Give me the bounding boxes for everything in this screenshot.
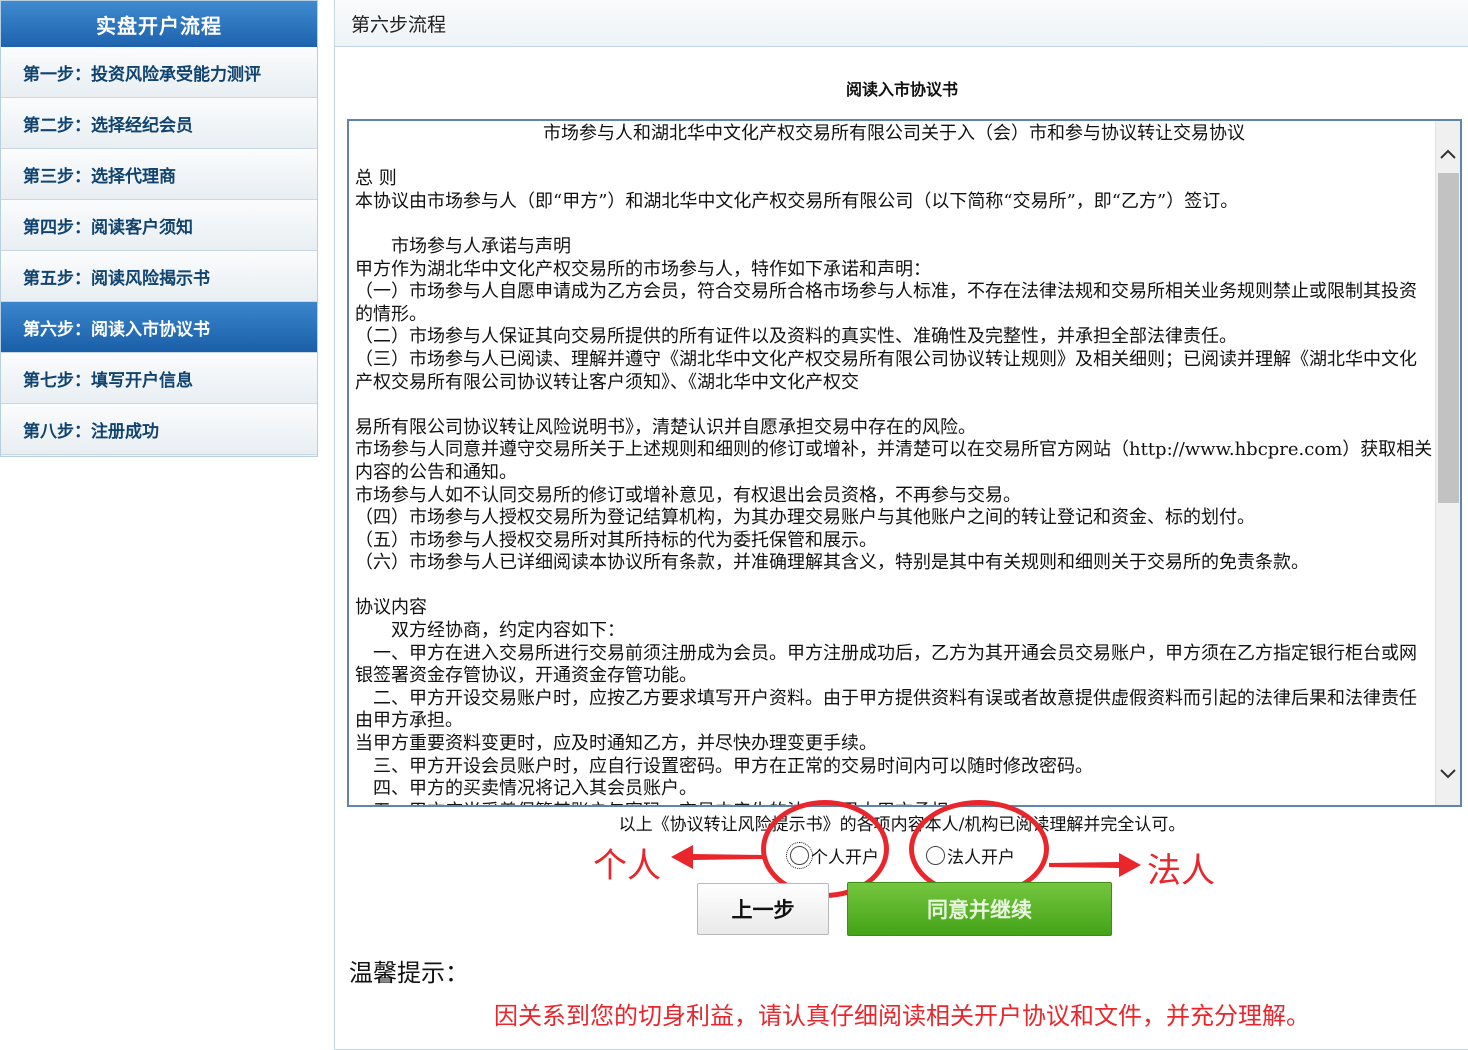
document-line: 总 则	[355, 168, 397, 190]
document-line: 协议内容	[355, 597, 427, 619]
document-body: 总 则本协议由市场参与人（即“甲方”）和湖北华中文化产权交易所有限公司（以下简称…	[355, 146, 1433, 805]
document-line: 市场参与人同意并遵守交易所关于上述规则和细则的修订或增补，并清楚可以在交易所官方…	[355, 439, 1433, 483]
sidebar-title: 实盘开户流程	[1, 1, 317, 47]
document-line: 一、甲方在进入交易所进行交易前须注册成为会员。甲方注册成功后，乙方为其开通会员交…	[355, 642, 1417, 687]
document-line: 双方经协商，约定内容如下：	[355, 620, 625, 642]
confirm-statement: 以上《协议转让风险提示书》的各项内容本人/机构已阅读理解并完全认可。	[618, 815, 1186, 835]
prev-step-button[interactable]: 上一步	[697, 883, 829, 935]
scrollbar[interactable]	[1435, 121, 1460, 805]
chevron-up-icon[interactable]	[1436, 139, 1460, 169]
document-line: 五、甲方应当妥善保管其账户与密码，交易中产生的法律后果由甲方承担。	[355, 801, 1433, 805]
document-line	[355, 146, 1433, 169]
document-line: （一）市场参与人自愿申请成为乙方会员，符合交易所合格市场参与人标准，不存在法律法…	[355, 281, 1417, 325]
document-line: （二）市场参与人保证其向交易所提供的所有证件以及资料的真实性、准确性及完整性，并…	[355, 326, 1237, 348]
tips-text: 因关系到您的切身利益，请认真仔细阅读相关开户协议和文件，并充分理解。	[494, 1002, 1310, 1030]
document-line: 三、甲方开设会员账户时，应自行设置密码。甲方在正常的交易时间内可以随时修改密码。	[355, 755, 1093, 777]
document-line: 当甲方重要资料变更时，应及时通知乙方，并尽快办理变更手续。	[355, 733, 877, 755]
document-line: 甲方作为湖北华中文化产权交易所的市场参与人，特作如下承诺和声明：	[355, 258, 931, 280]
document-line: 市场参与人承诺与声明	[355, 235, 571, 257]
document-line: 二、甲方开设交易账户时，应按乙方要求填写开户资料。由于甲方提供资料有误或者故意提…	[355, 687, 1417, 732]
sidebar: 实盘开户流程 第一步：投资风险承受能力测评 第二步：选择经纪会员 第三步：选择代…	[0, 0, 318, 457]
tips-title: 温馨提示：	[349, 959, 469, 987]
sidebar-item-step1[interactable]: 第一步：投资风险承受能力测评	[1, 47, 317, 98]
sidebar-item-step6[interactable]: 第六步：阅读入市协议书	[1, 302, 317, 353]
document-line: （六）市场参与人已详细阅读本协议所有条款，并准确理解其含义，特别是其中有关规则和…	[355, 552, 1309, 574]
document-line: （三）市场参与人已阅读、理解并遵守《湖北华中文化产权交易所有限公司协议转让规则》…	[355, 348, 1417, 393]
page-title: 第六步流程	[335, 0, 1468, 47]
arrow-right-icon	[1049, 853, 1141, 877]
sidebar-item-step8[interactable]: 第八步：注册成功	[1, 404, 317, 455]
document-line	[355, 394, 1433, 417]
document-title: 市场参与人和湖北华中文化产权交易所有限公司关于入（会）市和参与协议转让交易协议	[543, 123, 1245, 144]
document-line: 市场参与人如不认同交易所的修订或增补意见，有权退出会员资格，不再参与交易。	[355, 484, 1021, 506]
sidebar-item-step7[interactable]: 第七步：填写开户信息	[1, 353, 317, 404]
document-line	[355, 575, 1433, 598]
sidebar-item-step4[interactable]: 第四步：阅读客户须知	[1, 200, 317, 251]
document-line: （五）市场参与人授权交易所对其所持标的代为委托保管和展示。	[355, 529, 877, 551]
main-panel: 第六步流程 阅读入市协议书 市场参与人和湖北华中文化产权交易所有限公司关于入（会…	[334, 0, 1468, 1050]
sidebar-item-step5[interactable]: 第五步：阅读风险揭示书	[1, 251, 317, 302]
document-line: （四）市场参与人授权交易所为登记结算机构，为其办理交易账户与其他账户之间的转让登…	[355, 507, 1255, 529]
annotation-label-corporate: 法人	[1147, 851, 1215, 891]
annotation-label-personal: 个人	[593, 846, 661, 886]
agreement-title: 阅读入市协议书	[845, 80, 958, 99]
document-line	[355, 213, 1433, 236]
arrow-left-icon	[671, 845, 763, 869]
document-line: 四、甲方的买卖情况将记入其会员账户。	[355, 778, 697, 800]
agree-continue-button[interactable]: 同意并继续	[847, 882, 1112, 936]
sidebar-item-step3[interactable]: 第三步：选择代理商	[1, 149, 317, 200]
document-line: 易所有限公司协议转让风险说明书》，清楚认识并自愿承担交易中存在的风险。	[355, 416, 976, 438]
agreement-text: 市场参与人和湖北华中文化产权交易所有限公司关于入（会）市和参与协议转让交易协议 …	[355, 123, 1433, 805]
document-line: 本协议由市场参与人（即“甲方”）和湖北华中文化产权交易所有限公司（以下简称“交易…	[355, 190, 1239, 212]
sidebar-item-step2[interactable]: 第二步：选择经纪会员	[1, 98, 317, 149]
scroll-thumb[interactable]	[1438, 173, 1459, 503]
agreement-textarea[interactable]: 市场参与人和湖北华中文化产权交易所有限公司关于入（会）市和参与协议转让交易协议 …	[347, 119, 1462, 807]
chevron-down-icon[interactable]	[1436, 759, 1460, 789]
